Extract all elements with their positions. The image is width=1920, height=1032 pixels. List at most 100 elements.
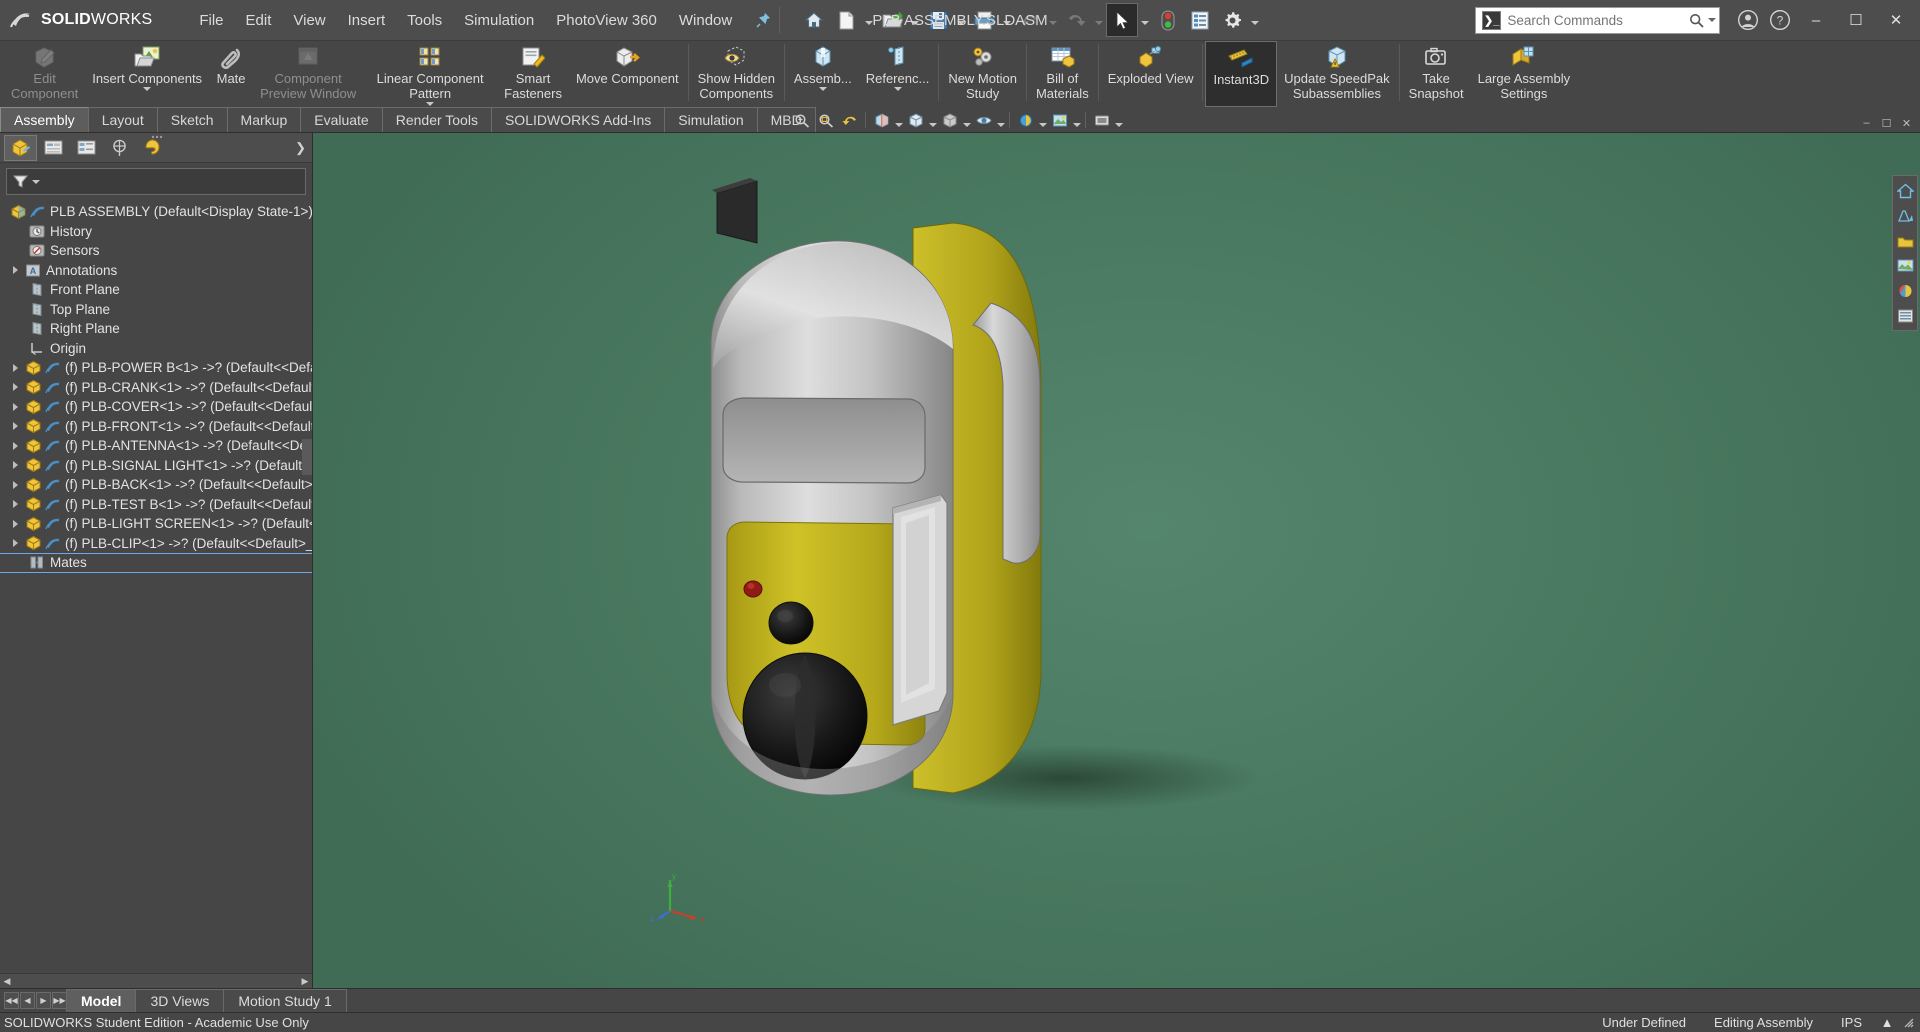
print-caret[interactable]: [1000, 3, 1014, 37]
panel-drag-handle[interactable]: [150, 135, 164, 139]
tree-item-plb-clip[interactable]: (f) PLB-CLIP<1> ->? (Default<<Default>_D…: [0, 534, 312, 554]
mate-button[interactable]: Mate: [209, 41, 253, 107]
status-units-caret[interactable]: ▲: [1876, 1015, 1898, 1030]
smart-fasteners-button[interactable]: Smart Fasteners: [497, 41, 569, 107]
tab-render-tools[interactable]: Render Tools: [381, 107, 492, 132]
tree-item-sensors[interactable]: Sensors: [0, 241, 312, 261]
tab-solidworks-addins[interactable]: SOLIDWORKS Add-Ins: [490, 107, 666, 132]
tab-sketch[interactable]: Sketch: [156, 107, 228, 132]
bottom-tab-model[interactable]: Model: [66, 989, 137, 1012]
edit-component-button[interactable]: Edit Component: [4, 41, 85, 107]
view-orientation-caret[interactable]: [928, 109, 937, 131]
options-caret[interactable]: [1248, 3, 1262, 37]
select-caret[interactable]: [1138, 3, 1152, 37]
configuration-manager-tab[interactable]: [70, 135, 103, 161]
undo-button[interactable]: [1014, 3, 1046, 37]
display-settings-button[interactable]: [1184, 3, 1216, 37]
take-snapshot-button[interactable]: Take Snapshot: [1402, 41, 1471, 107]
redo-button[interactable]: [1060, 3, 1092, 37]
graphics-viewport[interactable]: x y z: [313, 133, 1920, 988]
next-tab-button[interactable]: ▶: [36, 992, 51, 1009]
component-preview-window-button[interactable]: Component Preview Window: [253, 41, 363, 107]
instant3d-button[interactable]: Instant3D: [1205, 41, 1278, 107]
tab-markup[interactable]: Markup: [226, 107, 302, 132]
zoom-to-fit-icon[interactable]: [790, 109, 813, 131]
select-button[interactable]: [1106, 3, 1139, 37]
zoom-to-area-icon[interactable]: [814, 109, 837, 131]
assembly-features-caret[interactable]: [818, 87, 827, 91]
exploded-view-button[interactable]: Exploded View: [1101, 41, 1201, 107]
save-caret[interactable]: [954, 3, 968, 37]
expand-arrow[interactable]: [8, 519, 23, 528]
reference-geometry-button[interactable]: Referenc...: [859, 41, 937, 107]
model-3d-view[interactable]: [313, 133, 1920, 823]
expand-arrow[interactable]: [8, 539, 23, 548]
apply-scene-icon[interactable]: [1048, 109, 1071, 131]
apply-scene-caret[interactable]: [1072, 109, 1081, 131]
menu-item-window[interactable]: Window: [668, 0, 743, 40]
feature-tree-scroll-thumb[interactable]: [302, 439, 312, 475]
section-view-icon[interactable]: [870, 109, 893, 131]
search-commands-box[interactable]: ❯_: [1475, 6, 1720, 34]
tab-assembly[interactable]: Assembly: [0, 107, 89, 132]
tab-layout[interactable]: Layout: [87, 107, 158, 132]
scroll-right-button[interactable]: ▶: [298, 975, 312, 988]
assembly-features-button[interactable]: Assemb...: [787, 41, 859, 107]
bottom-tab-motion-study[interactable]: Motion Study 1: [223, 989, 347, 1012]
close-window-button[interactable]: ✕: [1876, 0, 1916, 41]
minimize-window-button[interactable]: –: [1796, 0, 1836, 41]
reference-geometry-caret[interactable]: [893, 87, 902, 91]
view-orientation-icon[interactable]: [904, 109, 927, 131]
tree-item-plb-cover[interactable]: (f) PLB-COVER<1> ->? (Default<<Default_D: [0, 397, 312, 417]
tree-item-plb-antenna[interactable]: (f) PLB-ANTENNA<1> ->? (Default<<Default…: [0, 436, 312, 456]
menu-item-insert[interactable]: Insert: [337, 0, 397, 40]
expand-arrow[interactable]: [8, 363, 23, 372]
tree-item-mates[interactable]: Mates: [0, 553, 312, 573]
doc-close-button[interactable]: ✕: [1899, 116, 1914, 130]
search-input[interactable]: [1507, 12, 1685, 28]
tree-item-plb-back[interactable]: (f) PLB-BACK<1> ->? (Default<<Default>_D…: [0, 475, 312, 495]
filter-caret[interactable]: [32, 179, 40, 184]
feature-tree-filter[interactable]: [6, 168, 306, 195]
display-style-icon[interactable]: [938, 109, 961, 131]
linear-component-pattern-caret[interactable]: [426, 102, 435, 106]
resize-grip-icon[interactable]: [1898, 1016, 1920, 1029]
prev-tab-button[interactable]: ◀: [20, 992, 35, 1009]
maximize-window-button[interactable]: ☐: [1836, 0, 1876, 41]
view-list-icon[interactable]: [1893, 303, 1917, 328]
hide-show-items-caret[interactable]: [996, 109, 1005, 131]
tree-item-plb-front[interactable]: (f) PLB-FRONT<1> ->? (Default<<Default_D: [0, 417, 312, 437]
expand-arrow[interactable]: [8, 383, 23, 392]
search-icon[interactable]: [1684, 13, 1708, 28]
open-document-caret[interactable]: [908, 3, 922, 37]
large-assembly-settings-button[interactable]: Large Assembly Settings: [1471, 41, 1578, 107]
open-document-button[interactable]: [876, 3, 908, 37]
edit-appearance-icon[interactable]: [1014, 109, 1037, 131]
scroll-left-button[interactable]: ◀: [0, 975, 14, 988]
doc-minimize-button[interactable]: –: [1859, 116, 1874, 130]
tree-item-history[interactable]: History: [0, 222, 312, 242]
menu-item-simulation[interactable]: Simulation: [453, 0, 545, 40]
first-tab-button[interactable]: ◀◀: [4, 992, 19, 1009]
doc-restore-button[interactable]: ☐: [1879, 116, 1894, 130]
tree-item-plb-signal-light[interactable]: (f) PLB-SIGNAL LIGHT<1> ->? (Default<<De…: [0, 456, 312, 476]
rebuild-button[interactable]: [1152, 3, 1184, 37]
dimxpert-manager-tab[interactable]: [103, 135, 136, 161]
tree-item-plb-test-b[interactable]: (f) PLB-TEST B<1> ->? (Default<<Default_…: [0, 495, 312, 515]
help-question-icon[interactable]: ?: [1764, 0, 1796, 41]
tree-item-plb-crank[interactable]: (f) PLB-CRANK<1> ->? (Default<<Default_D: [0, 378, 312, 398]
undo-caret[interactable]: [1046, 3, 1060, 37]
user-account-icon[interactable]: [1732, 0, 1764, 41]
pin-icon[interactable]: [751, 0, 775, 40]
edit-appearance-caret[interactable]: [1038, 109, 1047, 131]
bottom-tab-3d-views[interactable]: 3D Views: [135, 989, 225, 1012]
new-document-button[interactable]: [830, 3, 862, 37]
insert-components-button[interactable]: Insert Components: [85, 41, 209, 107]
feature-tree-horizontal-scrollbar[interactable]: ◀ ▶: [0, 973, 312, 988]
view-settings-icon[interactable]: [1090, 109, 1113, 131]
view-display-icon[interactable]: [1893, 253, 1917, 278]
menu-item-view[interactable]: View: [282, 0, 336, 40]
bill-of-materials-button[interactable]: Bill of Materials: [1029, 41, 1096, 107]
tree-item-plb-light-screen[interactable]: (f) PLB-LIGHT SCREEN<1> ->? (Default<<De…: [0, 514, 312, 534]
section-view-caret[interactable]: [894, 109, 903, 131]
